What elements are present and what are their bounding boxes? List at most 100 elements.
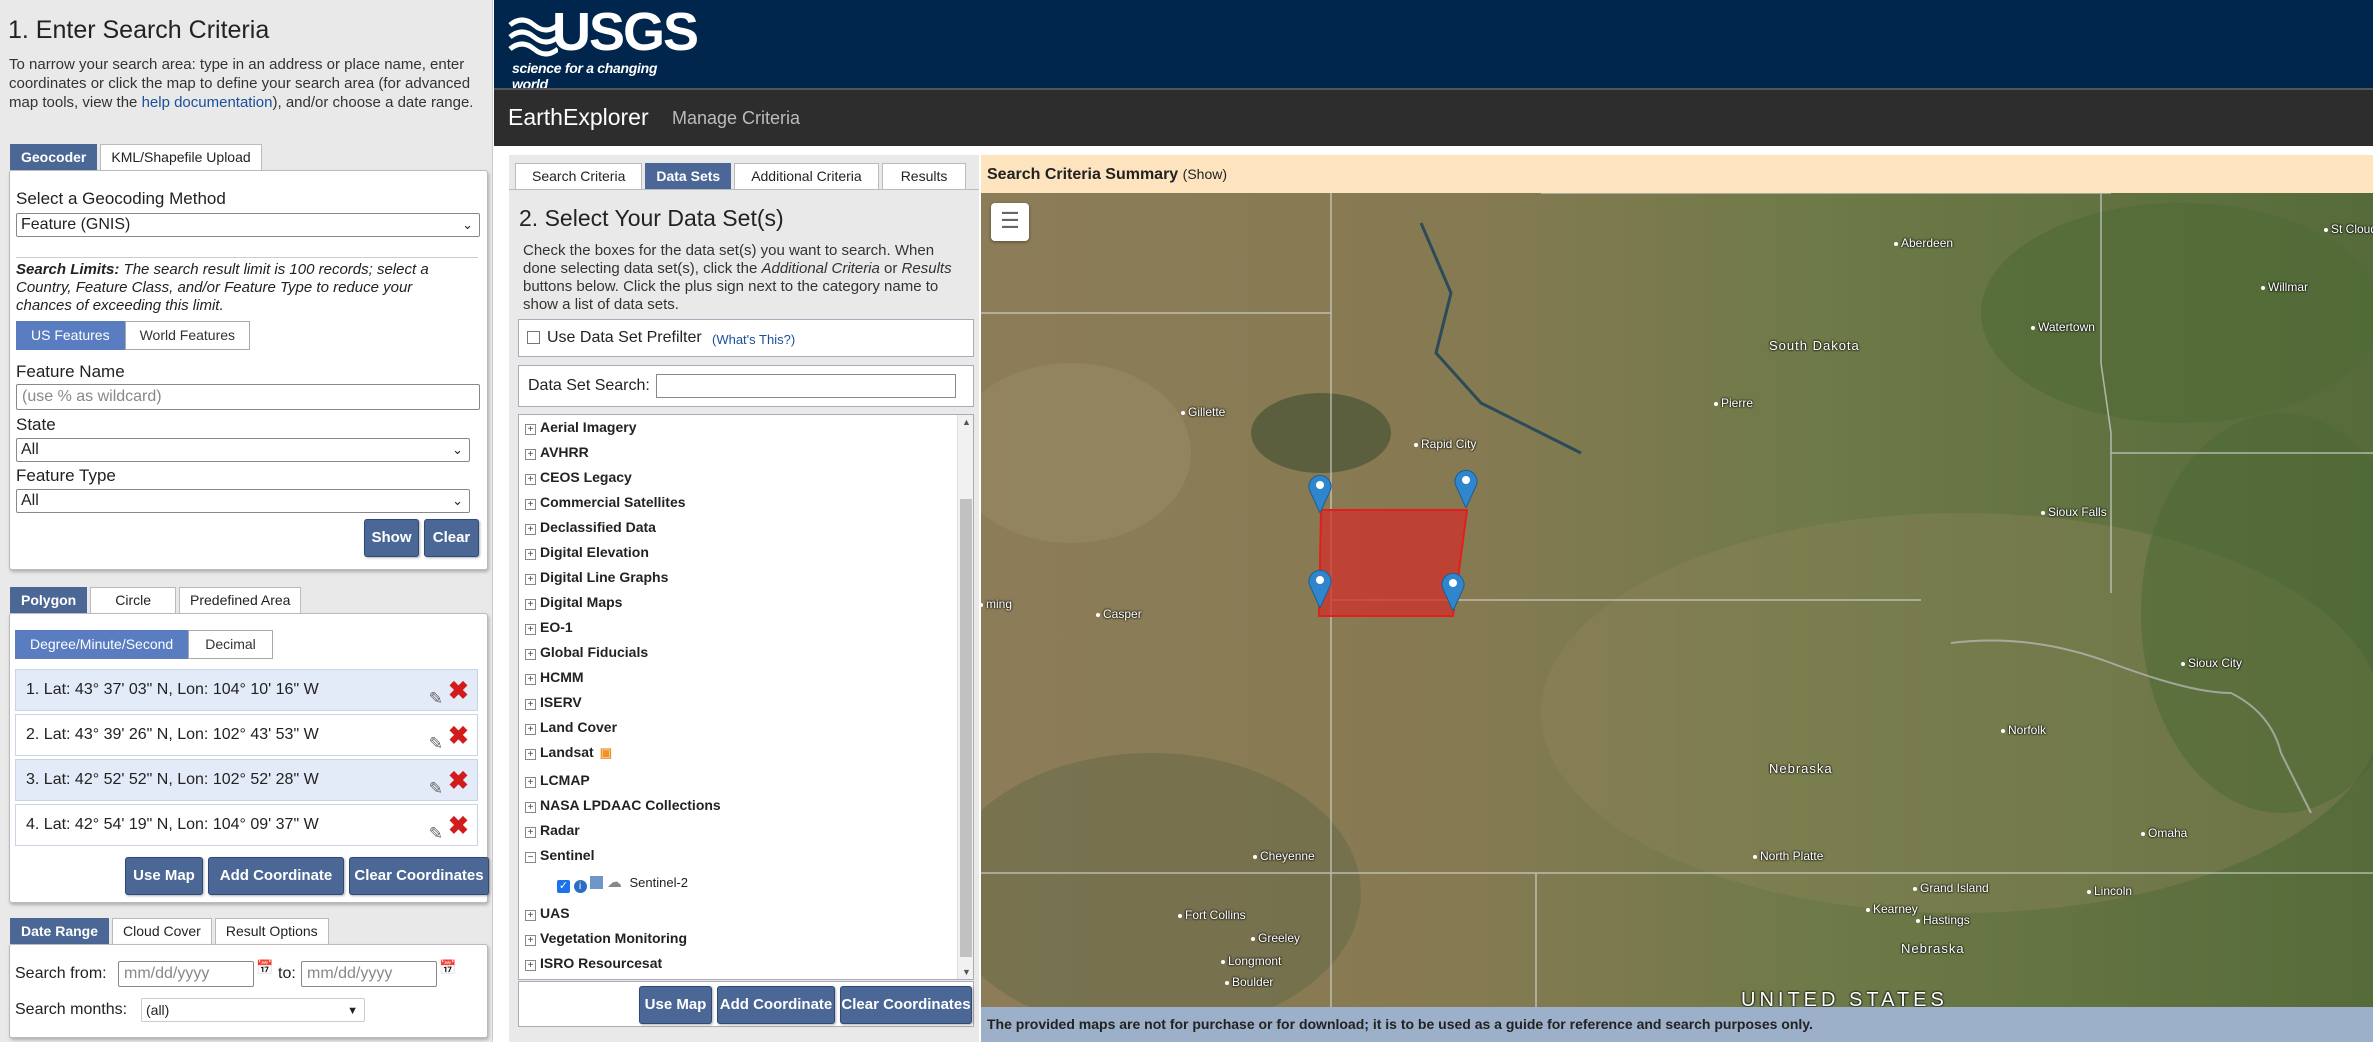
- expand-icon[interactable]: +: [525, 424, 536, 435]
- expand-icon[interactable]: +: [525, 935, 536, 946]
- tab-kml-upload[interactable]: KML/Shapefile Upload: [100, 144, 262, 170]
- us-features-button[interactable]: US Features: [16, 321, 125, 350]
- add-coordinate-button[interactable]: Add Coordinate: [717, 986, 835, 1024]
- manage-criteria-link[interactable]: Manage Criteria: [672, 108, 800, 129]
- search-months-select[interactable]: (all) ▼: [141, 998, 365, 1022]
- category-land-cover[interactable]: + Land Cover: [525, 719, 617, 735]
- category-vegetation-monitoring[interactable]: + Vegetation Monitoring: [525, 930, 687, 946]
- date-to-input[interactable]: mm/dd/yyyy: [301, 961, 437, 987]
- expand-icon[interactable]: +: [525, 524, 536, 535]
- calendar-icon[interactable]: 📅: [439, 959, 456, 976]
- category-commercial-satellites[interactable]: + Commercial Satellites: [525, 494, 686, 510]
- category-ceos-legacy[interactable]: + CEOS Legacy: [525, 469, 632, 485]
- tab-result-options[interactable]: Result Options: [214, 918, 329, 944]
- tree-scrollbar[interactable]: ▲ ▼: [957, 415, 973, 979]
- world-features-button[interactable]: World Features: [124, 321, 251, 350]
- expand-icon[interactable]: +: [525, 827, 536, 838]
- tab-geocoder[interactable]: Geocoder: [10, 144, 98, 170]
- category-uas[interactable]: + UAS: [525, 905, 570, 921]
- app-brand[interactable]: EarthExplorer: [508, 104, 649, 131]
- show-button[interactable]: Show: [364, 519, 419, 557]
- whats-this-link[interactable]: (What's This?): [712, 332, 795, 347]
- expand-icon[interactable]: +: [525, 674, 536, 685]
- category-nasa-lpdaac-collections[interactable]: + NASA LPDAAC Collections: [525, 797, 721, 813]
- category-aerial-imagery[interactable]: + Aerial Imagery: [525, 419, 637, 435]
- tab-search-criteria[interactable]: Search Criteria: [515, 163, 643, 189]
- tab-results[interactable]: Results: [881, 163, 967, 189]
- expand-icon[interactable]: +: [525, 699, 536, 710]
- tab-data-sets[interactable]: Data Sets: [645, 163, 732, 189]
- category-iserv[interactable]: + ISERV: [525, 694, 582, 710]
- map-marker-icon[interactable]: [1454, 468, 1478, 510]
- edit-icon[interactable]: ✎: [429, 814, 443, 854]
- expand-icon[interactable]: +: [525, 724, 536, 735]
- tab-polygon[interactable]: Polygon: [10, 587, 88, 613]
- clear-button[interactable]: Clear: [424, 519, 479, 557]
- help-documentation-link[interactable]: help documentation: [142, 94, 273, 111]
- feature-type-select[interactable]: All ⌄: [16, 489, 470, 513]
- use-map-button[interactable]: Use Map: [125, 857, 203, 895]
- delete-icon[interactable]: ✖: [448, 761, 469, 801]
- category-digital-elevation[interactable]: + Digital Elevation: [525, 544, 649, 560]
- prefilter-checkbox[interactable]: [527, 331, 540, 344]
- expand-icon[interactable]: +: [525, 599, 536, 610]
- expand-icon[interactable]: +: [525, 802, 536, 813]
- date-from-input[interactable]: mm/dd/yyyy: [118, 961, 254, 987]
- info-icon[interactable]: i: [573, 880, 587, 893]
- map-marker-icon[interactable]: [1308, 568, 1332, 610]
- delete-icon[interactable]: ✖: [448, 716, 469, 756]
- expand-icon[interactable]: +: [525, 910, 536, 921]
- summary-show-link[interactable]: (Show): [1183, 166, 1227, 182]
- feature-name-input[interactable]: (use % as wildcard): [16, 384, 480, 410]
- category-isro-resourcesat[interactable]: + ISRO Resourcesat: [525, 955, 662, 971]
- dataset-sentinel-2[interactable]: ✓ i ☁ Sentinel-2: [557, 873, 688, 893]
- clear-coordinates-button[interactable]: Clear Coordinates: [840, 986, 972, 1024]
- scroll-up-icon[interactable]: ▲: [962, 417, 971, 427]
- category-sentinel[interactable]: − Sentinel: [525, 847, 594, 863]
- scrollbar-thumb[interactable]: [960, 499, 972, 957]
- tab-additional-criteria[interactable]: Additional Criteria: [734, 163, 879, 189]
- expand-icon[interactable]: +: [525, 574, 536, 585]
- expand-icon[interactable]: +: [525, 499, 536, 510]
- tab-predefined-area[interactable]: Predefined Area: [179, 587, 302, 613]
- category-digital-maps[interactable]: + Digital Maps: [525, 594, 622, 610]
- tab-date-range[interactable]: Date Range: [10, 918, 110, 944]
- satellite-map[interactable]: ☰ Aberdeen St Cloud Willmar Watertown South …: [981, 193, 2373, 1007]
- geocode-method-select[interactable]: Feature (GNIS) ⌄: [16, 213, 480, 237]
- category-global-fiducials[interactable]: + Global Fiducials: [525, 644, 648, 660]
- category-declassified-data[interactable]: + Declassified Data: [525, 519, 656, 535]
- calendar-icon[interactable]: 📅: [256, 959, 273, 976]
- expand-icon[interactable]: +: [525, 549, 536, 560]
- state-select[interactable]: All ⌄: [16, 438, 470, 462]
- decimal-button[interactable]: Decimal: [188, 630, 273, 659]
- expand-icon[interactable]: +: [525, 449, 536, 460]
- category-landsat[interactable]: + Landsat ▣: [525, 744, 612, 761]
- category-radar[interactable]: + Radar: [525, 822, 580, 838]
- category-hcmm[interactable]: + HCMM: [525, 669, 584, 685]
- expand-icon[interactable]: +: [525, 624, 536, 635]
- category-lcmap[interactable]: + LCMAP: [525, 772, 590, 788]
- dataset-checkbox[interactable]: ✓: [557, 880, 570, 893]
- dms-button[interactable]: Degree/Minute/Second: [15, 630, 189, 659]
- clear-coordinates-button[interactable]: Clear Coordinates: [349, 857, 489, 895]
- layers-icon[interactable]: ☰: [991, 203, 1029, 241]
- landsat-info-icon[interactable]: ▣: [600, 745, 612, 760]
- delete-icon[interactable]: ✖: [448, 806, 469, 846]
- add-coordinate-button[interactable]: Add Coordinate: [208, 857, 344, 895]
- category-avhrr[interactable]: + AVHRR: [525, 444, 589, 460]
- edit-icon[interactable]: ✎: [429, 769, 443, 809]
- edit-icon[interactable]: ✎: [429, 724, 443, 764]
- data-set-search-input[interactable]: [656, 374, 956, 398]
- expand-icon[interactable]: +: [525, 777, 536, 788]
- category-digital-line-graphs[interactable]: + Digital Line Graphs: [525, 569, 668, 585]
- edit-icon[interactable]: ✎: [429, 679, 443, 719]
- use-map-button[interactable]: Use Map: [639, 986, 712, 1024]
- map-marker-icon[interactable]: [1441, 571, 1465, 613]
- expand-icon[interactable]: +: [525, 474, 536, 485]
- collapse-icon[interactable]: −: [525, 852, 536, 863]
- tab-cloud-cover[interactable]: Cloud Cover: [112, 918, 212, 944]
- tab-circle[interactable]: Circle: [90, 587, 177, 613]
- expand-icon[interactable]: +: [525, 749, 536, 760]
- delete-icon[interactable]: ✖: [448, 671, 469, 711]
- footprint-icon[interactable]: [590, 876, 604, 889]
